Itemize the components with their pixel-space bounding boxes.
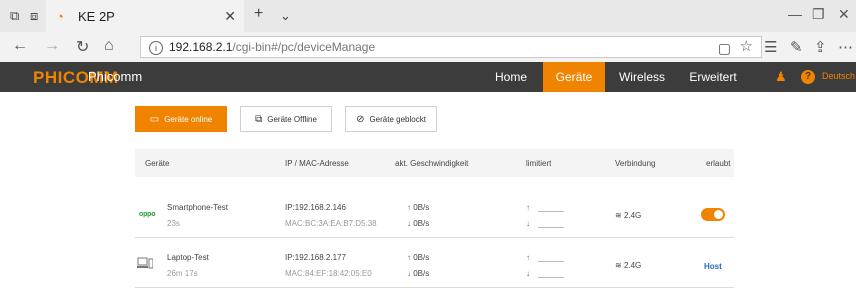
restore-icon[interactable]: ❐ bbox=[812, 6, 825, 23]
download-value: 0B/s bbox=[413, 219, 430, 228]
table-row: oppo Smartphone-Test 23s IP:192.168.2.14… bbox=[135, 189, 734, 238]
browser-tab-bar: ⧉ ⧈ ◔ KE 2P ✕ + ⌄ — ❐ ✕ bbox=[0, 0, 856, 32]
arrow-down-icon: ↓ bbox=[407, 219, 411, 228]
limit-down-field[interactable] bbox=[538, 277, 564, 278]
upload-value: 0B/s bbox=[413, 253, 430, 262]
arrow-up-icon: ↑ bbox=[407, 253, 411, 262]
online-time: 26m 17s bbox=[167, 269, 198, 278]
minimize-icon[interactable]: — bbox=[788, 6, 802, 22]
tabs-aside-icon[interactable]: ⧈ bbox=[30, 8, 38, 24]
online-time: 23s bbox=[167, 219, 180, 228]
download-speed: ↓ 0B/s bbox=[407, 269, 429, 278]
download-value: 0B/s bbox=[413, 269, 430, 278]
download-speed: ↓ 0B/s bbox=[407, 219, 429, 228]
limit-down-icon: ↓ bbox=[526, 269, 530, 278]
monitor-icon: ▭ bbox=[149, 113, 160, 125]
limit-up-field[interactable] bbox=[538, 261, 564, 262]
col-speed: akt. Geschwindigkeit bbox=[395, 159, 469, 168]
new-tab-icon[interactable]: + bbox=[254, 5, 263, 23]
limit-up-icon: ↑ bbox=[526, 253, 530, 262]
limit-up-icon: ↑ bbox=[526, 203, 530, 212]
close-window-icon[interactable]: ✕ bbox=[838, 6, 850, 23]
more-icon[interactable]: ⋯ bbox=[838, 38, 853, 56]
upload-speed: ↑ 0B/s bbox=[407, 203, 429, 212]
wifi-icon: ◔ bbox=[56, 8, 64, 24]
help-icon[interactable]: ? bbox=[801, 70, 815, 84]
devices-blocked-label: Geräte geblockt bbox=[369, 114, 426, 124]
devices-offline-icon: ⧉ bbox=[255, 113, 263, 125]
oppo-logo: oppo bbox=[139, 211, 156, 218]
favorite-star-icon[interactable]: ☆ bbox=[740, 37, 753, 57]
ip-address: IP:192.168.2.146 bbox=[285, 203, 346, 212]
address-bar-row: ← → ↻ ⌂ i 192.168.2.1/cgi-bin#/pc/deviceM… bbox=[0, 32, 856, 63]
mac-address: MAC:BC:3A:EA:B7:D5:38 bbox=[285, 219, 377, 228]
col-devices: Geräte bbox=[145, 159, 170, 168]
menu-home[interactable]: Home bbox=[489, 62, 533, 92]
col-allowed: erlaubt bbox=[706, 159, 731, 168]
limit-down-icon: ↓ bbox=[526, 219, 530, 228]
arrow-down-icon: ↓ bbox=[407, 269, 411, 278]
url-host: 192.168.2.1 bbox=[169, 40, 233, 54]
favorites-list-icon[interactable]: ☰ bbox=[764, 38, 777, 56]
device-name: Smartphone-Test bbox=[167, 203, 228, 212]
forward-icon[interactable]: → bbox=[44, 37, 60, 55]
devices-online-label: Geräte online bbox=[164, 114, 213, 124]
tab-actions-icon[interactable]: ⧉ bbox=[10, 8, 19, 24]
site-info-icon[interactable]: i bbox=[149, 40, 163, 55]
tab-list-icon[interactable]: ⌄ bbox=[280, 8, 291, 24]
tab-title: KE 2P bbox=[78, 8, 115, 24]
language-selector[interactable]: Deutsch bbox=[822, 71, 855, 81]
table-row: Laptop-Test 26m 17s IP:192.168.2.177 MAC… bbox=[135, 239, 734, 288]
col-ip-mac: IP / MAC-Adresse bbox=[285, 159, 349, 168]
menu-erweitert[interactable]: Erweitert bbox=[679, 62, 747, 92]
refresh-icon[interactable]: ↻ bbox=[76, 37, 89, 57]
url-field[interactable]: i 192.168.2.1/cgi-bin#/pc/deviceManage ▢ … bbox=[140, 36, 762, 58]
back-icon[interactable]: ← bbox=[12, 37, 28, 55]
devices-offline-button[interactable]: ⧉ Geräte Offline bbox=[240, 106, 332, 132]
wifi-icon: ≋ bbox=[615, 261, 622, 270]
allow-toggle[interactable] bbox=[701, 208, 725, 221]
arrow-up-icon: ↑ bbox=[407, 203, 411, 212]
blocked-icon: ⊘ bbox=[356, 113, 365, 125]
upload-value: 0B/s bbox=[413, 203, 430, 212]
ip-address: IP:192.168.2.177 bbox=[285, 253, 346, 262]
connection-band: 2.4G bbox=[623, 211, 642, 220]
limit-down-field[interactable] bbox=[538, 227, 564, 228]
laptop-icon bbox=[137, 257, 153, 269]
pen-icon[interactable]: ✎ bbox=[790, 38, 803, 56]
devices-blocked-button[interactable]: ⊘ Geräte geblockt bbox=[345, 106, 437, 132]
upload-speed: ↑ 0B/s bbox=[407, 253, 429, 262]
menu-geraete[interactable]: Geräte bbox=[543, 62, 605, 92]
connection: ≋ 2.4G bbox=[615, 211, 641, 220]
share-icon[interactable]: ⇪ bbox=[814, 38, 827, 56]
col-connection: Verbindung bbox=[615, 159, 656, 168]
router-header: PHICOMM Phicomm Home Geräte Wireless Erw… bbox=[0, 62, 856, 92]
devices-offline-label: Geräte Offline bbox=[267, 114, 317, 124]
devices-online-button[interactable]: ▭ Geräte online bbox=[135, 106, 227, 132]
host-label: Host bbox=[704, 262, 722, 271]
close-tab-icon[interactable]: ✕ bbox=[224, 8, 236, 25]
device-table-header: Geräte IP / MAC-Adresse akt. Geschwindig… bbox=[135, 149, 734, 177]
reading-view-icon[interactable]: ▢ bbox=[718, 38, 731, 58]
user-icon[interactable]: ♟ bbox=[775, 69, 789, 84]
connection-band: 2.4G bbox=[623, 261, 642, 270]
toggle-knob bbox=[714, 210, 723, 219]
menu-wireless[interactable]: Wireless bbox=[613, 62, 671, 92]
mac-address: MAC:84:EF:18:42:05:E0 bbox=[285, 269, 372, 278]
brand-name: Phicomm bbox=[88, 69, 143, 84]
device-name: Laptop-Test bbox=[167, 253, 209, 262]
browser-tab[interactable]: ◔ KE 2P ✕ bbox=[46, 0, 244, 32]
limit-up-field[interactable] bbox=[538, 211, 564, 212]
connection: ≋ 2.4G bbox=[615, 261, 641, 270]
home-icon[interactable]: ⌂ bbox=[104, 37, 114, 55]
url-path: /cgi-bin#/pc/deviceManage bbox=[232, 40, 376, 54]
col-limited: limitiert bbox=[526, 159, 552, 168]
wifi-icon: ≋ bbox=[615, 211, 622, 220]
